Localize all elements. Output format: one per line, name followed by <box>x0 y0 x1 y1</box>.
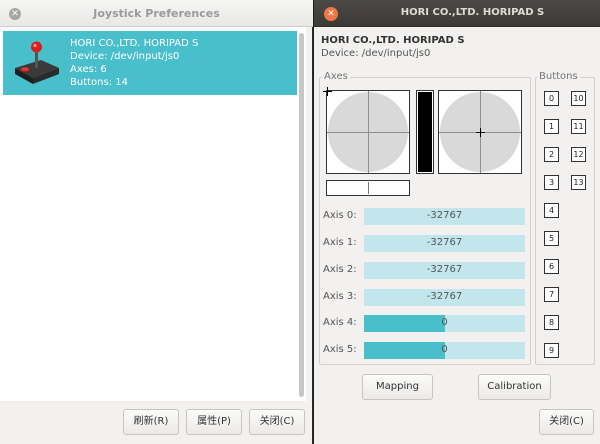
axis-label: Axis 2: <box>323 264 357 275</box>
device-path: Device: /dev/input/js0 <box>321 48 431 59</box>
axis-label: Axis 5: <box>323 344 357 355</box>
axis-value: 0 <box>441 344 448 355</box>
refresh-button[interactable]: 刷新(R) <box>123 409 179 435</box>
mapping-button[interactable]: Mapping <box>362 374 433 400</box>
device-list: HORI CO.,LTD. HORIPAD S Device: /dev/inp… <box>0 27 306 401</box>
button-indicator: 1 <box>544 119 559 134</box>
axis-value: -32767 <box>426 237 463 248</box>
device-axes: Axes: 6 <box>70 64 107 75</box>
button-indicator: 2 <box>544 147 559 162</box>
button-indicator: 9 <box>544 343 559 358</box>
device-name: HORI CO.,LTD. HORIPAD S <box>321 35 465 46</box>
button-indicator: 7 <box>544 287 559 302</box>
button-indicator: 5 <box>544 231 559 246</box>
device-path: Device: /dev/input/js0 <box>70 51 180 62</box>
axis-label: Axis 3: <box>323 291 357 302</box>
axis-value: -32767 <box>426 210 463 221</box>
titlebar: ✕ Joystick Preferences <box>0 0 313 27</box>
right-stick-marker <box>476 128 485 137</box>
button-indicator: 10 <box>571 91 586 106</box>
axis-label: Axis 0: <box>323 210 357 221</box>
axis-bar: -32767 <box>364 235 525 252</box>
button-indicator: 13 <box>571 175 586 190</box>
device-name: HORI CO.,LTD. HORIPAD S <box>70 38 199 49</box>
buttons-label: Buttons <box>537 71 580 82</box>
axis-bar: -32767 <box>364 289 525 306</box>
axis-value: -32767 <box>426 264 463 275</box>
axes-label: Axes <box>322 71 350 82</box>
axis-bar: -32767 <box>364 208 525 225</box>
close-icon[interactable]: ✕ <box>324 7 338 21</box>
device-properties-window: ✕ HORI CO.,LTD. HORIPAD S HORI CO.,LTD. … <box>313 0 600 444</box>
joystick-icon <box>15 41 59 84</box>
close-button[interactable]: 关闭(C) <box>249 409 305 435</box>
axis-bar: 0 <box>364 342 525 359</box>
scrollbar[interactable] <box>299 33 304 397</box>
list-item-device[interactable]: HORI CO.,LTD. HORIPAD S Device: /dev/inp… <box>3 31 297 95</box>
button-indicator: 0 <box>544 91 559 106</box>
window-title: HORI CO.,LTD. HORIPAD S <box>400 7 545 18</box>
calibration-button[interactable]: Calibration <box>478 374 551 400</box>
axis-label: Axis 4: <box>323 317 357 328</box>
vertical-axis-bar <box>416 90 434 174</box>
button-indicator: 4 <box>544 203 559 218</box>
device-buttons: Buttons: 14 <box>70 77 128 88</box>
horizontal-axis-bar <box>326 180 410 196</box>
left-stick-display <box>323 87 410 174</box>
button-indicator: 6 <box>544 259 559 274</box>
close-button[interactable]: 关闭(C) <box>539 409 594 435</box>
axis-label: Axis 1: <box>323 237 357 248</box>
right-stick-display <box>438 90 522 174</box>
button-indicator: 8 <box>544 315 559 330</box>
axis-bar: 0 <box>364 315 525 332</box>
joystick-preferences-window: ✕ Joystick Preferences HORI CO.,LTD. HOR… <box>0 0 313 444</box>
titlebar: ✕ HORI CO.,LTD. HORIPAD S <box>314 0 600 27</box>
button-indicator: 3 <box>544 175 559 190</box>
button-indicator: 12 <box>571 147 586 162</box>
properties-button[interactable]: 属性(P) <box>186 409 242 435</box>
axis-value: -32767 <box>426 291 463 302</box>
window-title: Joystick Preferences <box>93 7 220 20</box>
axis-value: 0 <box>441 317 448 328</box>
left-stick-marker <box>323 87 332 96</box>
button-indicator: 11 <box>571 119 586 134</box>
axis-bar: -32767 <box>364 262 525 279</box>
